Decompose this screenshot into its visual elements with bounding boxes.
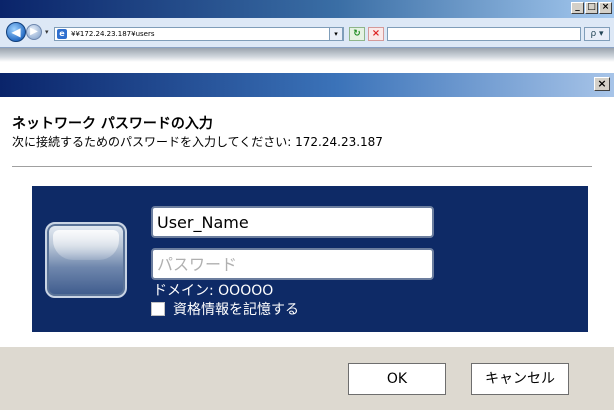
search-button[interactable]: ρ ▾	[584, 27, 610, 41]
dialog-subtitle: 次に接続するためのパスワードを入力してください: 172.24.23.187	[12, 135, 383, 149]
stop-button[interactable]: ×	[368, 27, 384, 41]
ie-page-icon: e	[57, 29, 67, 39]
cancel-button[interactable]: キャンセル	[471, 363, 569, 395]
remember-label: 資格情報を記憶する	[173, 302, 299, 318]
remember-checkbox[interactable]	[151, 302, 165, 316]
button-bar: OK キャンセル	[0, 347, 614, 410]
browser-toolbar: ◀ ▶ ▾ e ¥¥172.24.23.187¥users ▾ ↻ × ρ ▾	[0, 18, 614, 48]
back-arrow-icon: ◀	[11, 25, 21, 39]
credential-panel: ドメイン: OOOOO 資格情報を記憶する	[32, 186, 588, 332]
search-input[interactable]	[387, 27, 581, 41]
forward-arrow-icon: ▶	[30, 26, 38, 37]
dialog-title: ネットワーク パスワードの入力	[12, 116, 213, 132]
window-close-button[interactable]: ×	[599, 2, 612, 14]
domain-label: ドメイン: OOOOO	[153, 283, 274, 299]
minimize-button[interactable]: _	[571, 2, 584, 14]
ok-button[interactable]: OK	[348, 363, 446, 395]
address-text: ¥¥172.24.23.187¥users	[71, 30, 155, 38]
browser-window: _ □ × ◀ ▶ ▾ e ¥¥172.24.23.187¥users ▾ ↻ …	[0, 0, 614, 62]
forward-button[interactable]: ▶	[26, 24, 42, 40]
user-tile-shine	[53, 230, 119, 260]
history-dropdown-icon[interactable]: ▾	[45, 28, 49, 36]
username-field[interactable]	[151, 206, 434, 238]
window-controls: _ □ ×	[571, 2, 612, 14]
refresh-icon: ↻	[353, 29, 361, 39]
maximize-button[interactable]: □	[585, 2, 598, 14]
browser-shadow	[0, 48, 614, 62]
address-dropdown-button[interactable]: ▾	[329, 27, 343, 41]
browser-titlebar: _ □ ×	[0, 0, 614, 18]
divider	[12, 166, 592, 167]
user-tile-icon	[45, 222, 127, 298]
search-icon: ρ ▾	[590, 29, 604, 39]
refresh-button[interactable]: ↻	[349, 27, 365, 41]
address-bar[interactable]: e ¥¥172.24.23.187¥users	[54, 27, 344, 41]
dialog-titlebar: ×	[0, 73, 614, 97]
back-button[interactable]: ◀	[6, 22, 26, 42]
remember-credentials[interactable]: 資格情報を記憶する	[151, 299, 299, 319]
password-field[interactable]	[151, 248, 434, 280]
dialog-close-button[interactable]: ×	[594, 77, 610, 91]
